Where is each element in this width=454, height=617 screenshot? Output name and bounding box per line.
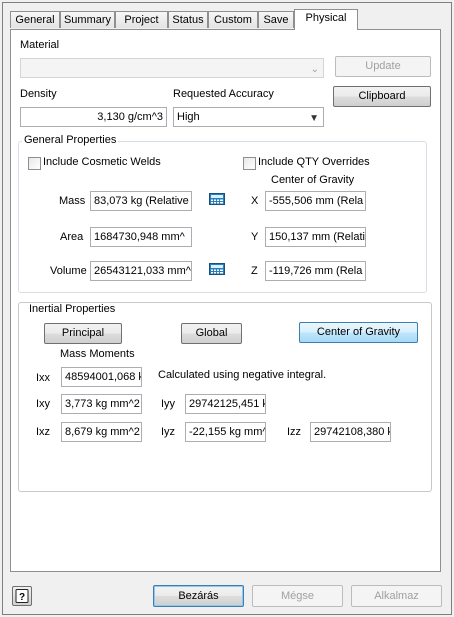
help-icon: ? [15, 589, 29, 603]
cancel-button[interactable]: Mégse [252, 585, 343, 607]
iyz-field[interactable]: -22,155 kg mm^ [185, 422, 266, 442]
qty-overrides-checkbox[interactable] [243, 157, 256, 170]
apply-button[interactable]: Alkalmaz [351, 585, 442, 607]
ixy-field[interactable]: 3,773 kg mm^2 [61, 394, 142, 414]
density-input[interactable]: 3,130 g/cm^3 [20, 107, 167, 127]
tab-physical[interactable]: Physical [294, 9, 358, 30]
qty-overrides-label: Include QTY Overrides [258, 156, 370, 168]
global-button[interactable]: Global [181, 323, 242, 344]
density-label: Density [20, 88, 57, 100]
tab-general[interactable]: General [10, 11, 60, 28]
tab-project[interactable]: Project [115, 11, 168, 28]
principal-button[interactable]: Principal [44, 323, 122, 344]
mass-moments-label: Mass Moments [60, 348, 135, 360]
general-properties-title: General Properties [22, 134, 119, 146]
accuracy-value: High [177, 111, 200, 123]
negative-integral-note: Calculated using negative integral. [158, 369, 327, 381]
izz-label: Izz [287, 426, 302, 438]
material-label: Material [20, 39, 60, 51]
cog-x-field[interactable]: -555,506 mm (Rela [265, 191, 366, 211]
material-select[interactable]: ⌄ [20, 58, 324, 78]
area-label: Area [60, 231, 84, 243]
ixx-field[interactable]: 48594001,068 k [61, 367, 142, 387]
iyy-field[interactable]: 29742125,451 k [185, 394, 266, 414]
izz-field[interactable]: 29742108,380 k [310, 422, 391, 442]
iyy-label: Iyy [161, 398, 176, 410]
y-label: Y [251, 231, 259, 243]
volume-label: Volume [50, 265, 87, 277]
calculator-icon[interactable] [209, 193, 225, 205]
iyz-label: Iyz [161, 426, 176, 438]
cosmetic-welds-label: Include Cosmetic Welds [43, 156, 161, 168]
chevron-down-icon: ▼ [309, 113, 319, 124]
accuracy-select[interactable]: High ▼ [173, 107, 324, 127]
svg-text:?: ? [19, 592, 25, 603]
center-of-gravity-label: Center of Gravity [271, 174, 355, 186]
clipboard-button[interactable]: Clipboard [333, 86, 431, 107]
x-label: X [251, 195, 259, 207]
tab-custom[interactable]: Custom [208, 11, 258, 28]
ixx-label: Ixx [36, 372, 51, 384]
z-label: Z [251, 265, 258, 277]
cog-y-field[interactable]: 150,137 mm (Relati [265, 227, 366, 247]
center-of-gravity-button[interactable]: Center of Gravity [299, 322, 418, 343]
help-button[interactable]: ? [12, 586, 32, 606]
update-button[interactable]: Update [335, 56, 431, 77]
ixz-field[interactable]: 8,679 kg mm^2 [61, 422, 142, 442]
cog-z-field[interactable]: -119,726 mm (Rela [265, 261, 366, 281]
close-button[interactable]: Bezárás [153, 585, 244, 607]
tab-summary[interactable]: Summary [60, 11, 115, 28]
accuracy-label: Requested Accuracy [173, 88, 274, 100]
tab-save[interactable]: Save [258, 11, 294, 28]
ixz-label: Ixz [36, 426, 51, 438]
cosmetic-welds-checkbox[interactable] [28, 157, 41, 170]
chevron-down-icon: ⌄ [310, 64, 319, 75]
mass-field[interactable]: 83,073 kg (Relative [90, 191, 192, 211]
calculator-icon[interactable] [209, 263, 225, 275]
tab-status[interactable]: Status [168, 11, 208, 28]
mass-label: Mass [59, 195, 86, 207]
inertial-properties-title: Inertial Properties [27, 303, 118, 315]
ixy-label: Ixy [36, 398, 51, 410]
area-field[interactable]: 1684730,948 mm^ [90, 227, 192, 247]
volume-field[interactable]: 26543121,033 mm^ [90, 261, 192, 281]
